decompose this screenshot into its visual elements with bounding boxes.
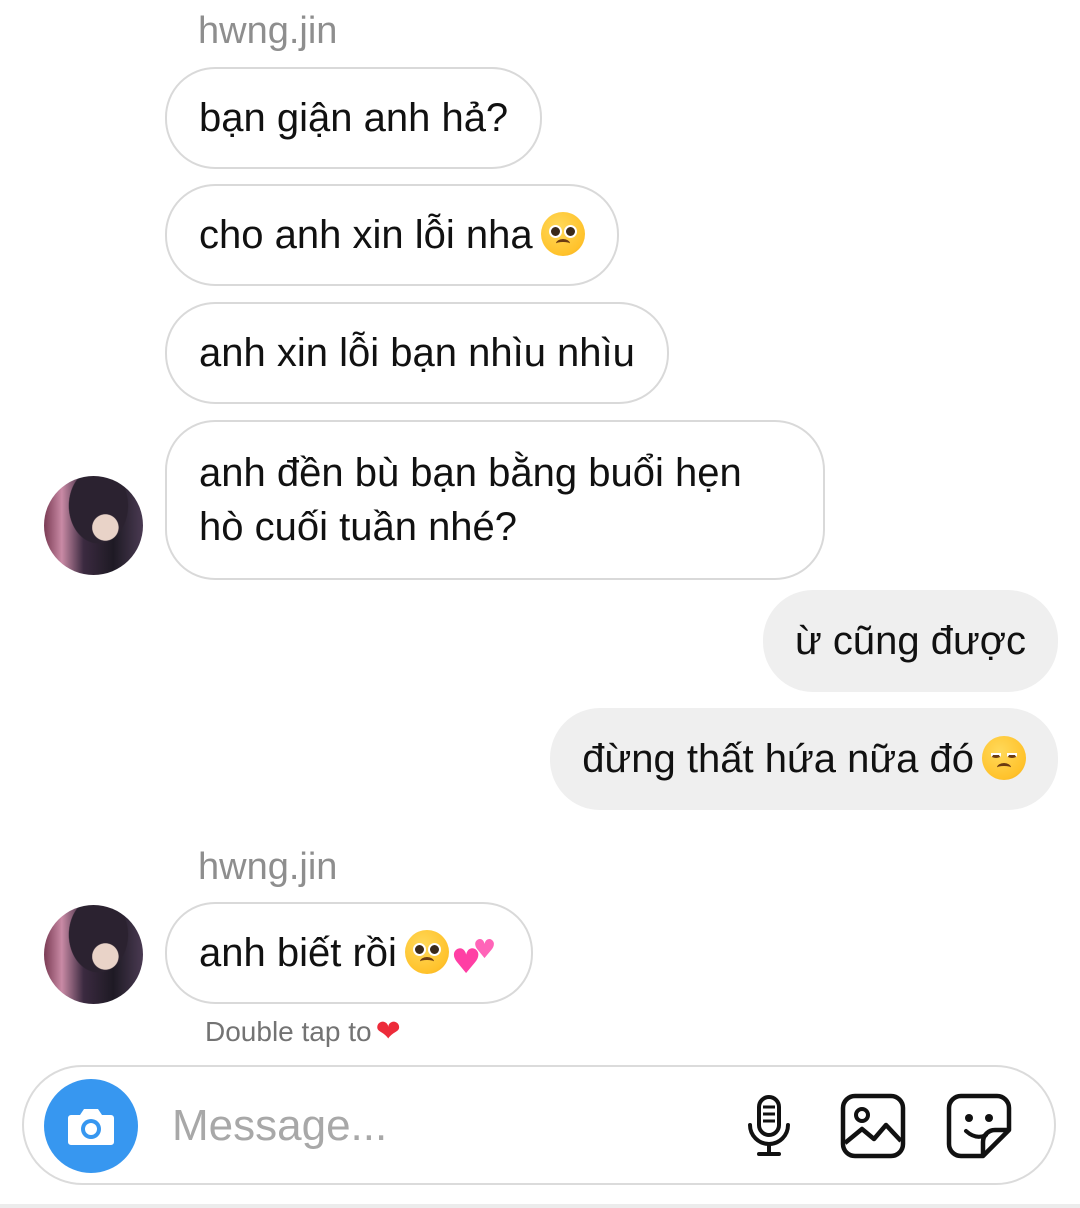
double-tap-hint: Double tap to ❤ <box>205 1014 401 1050</box>
message-bubble[interactable]: anh xin lỗi bạn nhìu nhìu <box>165 302 669 404</box>
message-bubble[interactable]: bạn giận anh hả? <box>165 67 543 169</box>
sender-name[interactable]: hwng.jin <box>198 12 337 50</box>
message-text-line: anh đền bù bạn bằng buổi hẹn <box>199 451 742 495</box>
avatar[interactable] <box>44 905 143 1004</box>
camera-button[interactable] <box>44 1079 138 1173</box>
camera-icon <box>68 1109 114 1145</box>
gallery-button[interactable] <box>838 1091 908 1161</box>
disappointed-face-icon <box>982 736 1026 781</box>
pleading-face-icon <box>404 930 449 975</box>
sticker-icon <box>946 1093 1012 1159</box>
microphone-icon <box>748 1095 790 1156</box>
message-bubble[interactable]: cho anh xin lỗi nha <box>165 184 619 286</box>
divider <box>0 1204 1080 1208</box>
double-tap-label: Double tap to <box>205 1016 372 1047</box>
message-text-line: hò cuối tuần nhé? <box>199 505 518 549</box>
message-text: ừ cũng được <box>795 619 1026 663</box>
pleading-face-icon <box>540 212 585 257</box>
message-text: anh biết rồi <box>199 931 397 975</box>
red-heart-icon: ❤ <box>375 1014 401 1049</box>
sender-name[interactable]: hwng.jin <box>198 848 337 886</box>
message-bubble[interactable]: anh đền bù bạn bằng buổi hẹn hò cuối tuầ… <box>165 420 825 580</box>
message-bubble[interactable]: anh biết rồi ♥ ♥ <box>165 902 533 1004</box>
message-input[interactable] <box>172 1095 712 1157</box>
message-text: cho anh xin lỗi nha <box>199 213 533 257</box>
two-hearts-icon: ♥ ♥ <box>450 935 497 983</box>
message-text: anh xin lỗi bạn nhìu nhìu <box>199 331 635 375</box>
message-text: bạn giận anh hả? <box>199 96 509 140</box>
voice-message-button[interactable] <box>734 1091 804 1161</box>
message-composer <box>22 1065 1056 1185</box>
message-bubble-outgoing[interactable]: đừng thất hứa nữa đó <box>550 708 1058 810</box>
message-bubble-outgoing[interactable]: ừ cũng được <box>763 590 1058 692</box>
avatar[interactable] <box>44 476 143 575</box>
message-text: đừng thất hứa nữa đó <box>582 737 974 781</box>
gallery-icon <box>840 1093 906 1159</box>
sticker-button[interactable] <box>944 1091 1014 1161</box>
